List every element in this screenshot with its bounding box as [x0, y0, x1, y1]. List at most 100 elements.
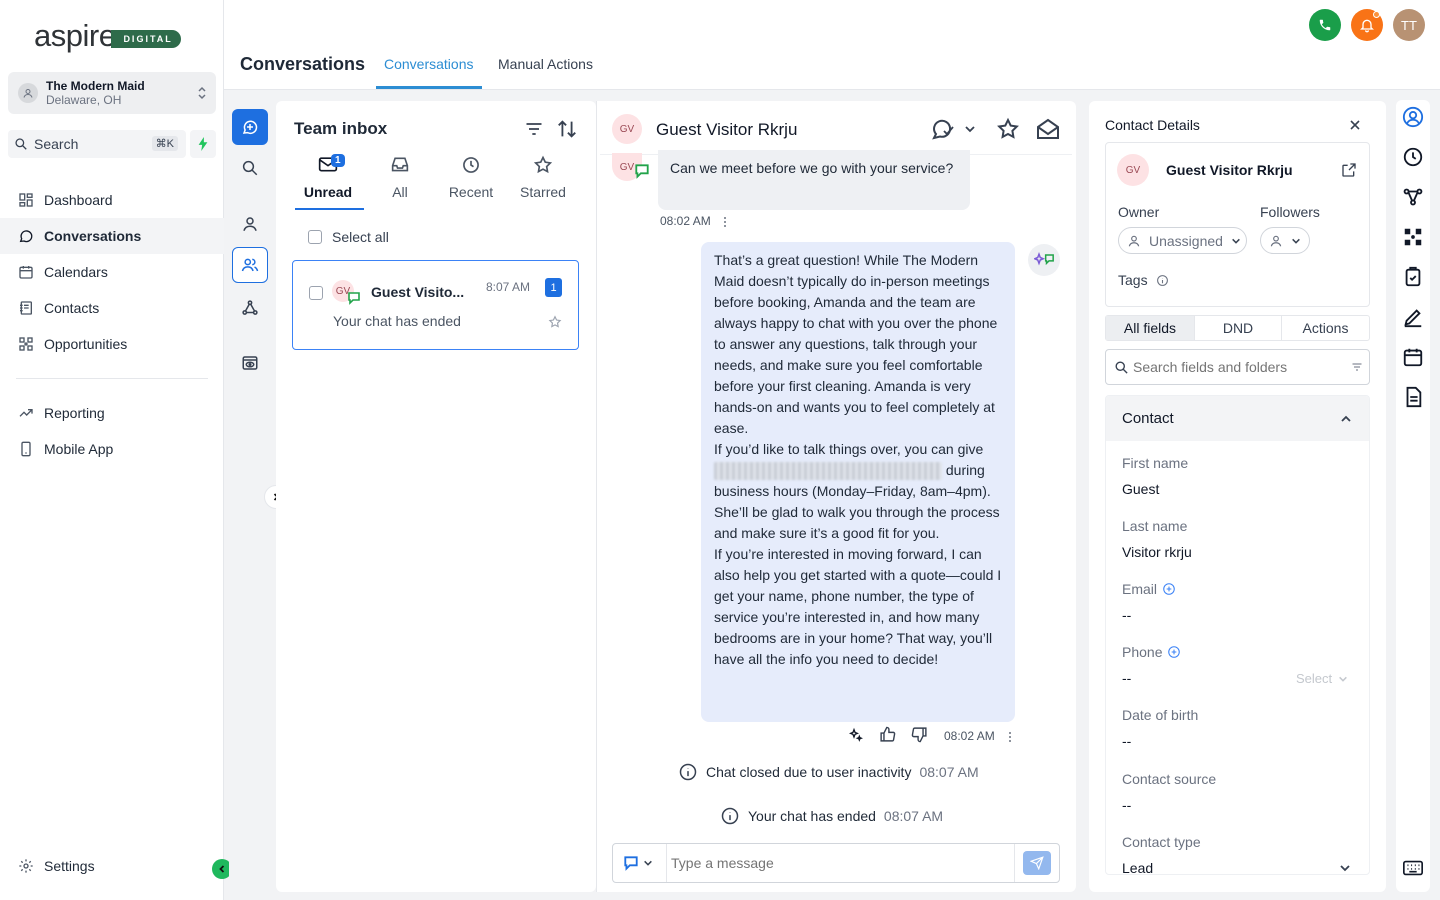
fields-search-input[interactable] — [1133, 359, 1343, 375]
user-icon — [1269, 234, 1283, 248]
tab-conversations[interactable]: Conversations — [384, 56, 474, 72]
nav-mobile-app[interactable]: Mobile App — [0, 431, 224, 467]
thumbs-down-button[interactable] — [911, 726, 928, 743]
rail-documents[interactable] — [1400, 384, 1426, 410]
contact-type-chevron[interactable] — [1339, 862, 1351, 874]
details-tabs: All fields DND Actions — [1105, 315, 1370, 341]
first-name-value[interactable]: Guest — [1122, 481, 1159, 497]
nav-opportunities[interactable]: Opportunities — [0, 326, 224, 362]
tags-row: Tags — [1118, 272, 1169, 288]
rail-keyboard-shortcuts[interactable] — [1400, 855, 1426, 881]
filter-button[interactable] — [523, 119, 545, 139]
rail-new-message[interactable] — [232, 109, 268, 145]
details-tab-dnd[interactable]: DND — [1194, 316, 1282, 340]
chat-contact-avatar: GV — [612, 114, 642, 144]
select-all-checkbox[interactable] — [308, 230, 322, 244]
filter-lines-icon[interactable] — [1351, 361, 1363, 373]
aspire-logo[interactable]: aspire DIGITAL — [34, 18, 181, 54]
contact-source-value[interactable]: -- — [1122, 797, 1131, 813]
bolt-icon — [197, 137, 209, 151]
inbox-tab-starred[interactable]: Starred — [508, 155, 578, 200]
chevron-down-icon — [643, 858, 653, 868]
quick-action-button[interactable] — [190, 130, 216, 158]
rail-notes[interactable] — [1400, 304, 1426, 330]
rail-team-inbox[interactable] — [232, 247, 268, 283]
phone-type-select[interactable]: Select — [1296, 671, 1348, 686]
add-phone-icon[interactable] — [1167, 645, 1181, 659]
inbox-tab-recent[interactable]: Recent — [436, 155, 506, 200]
email-value[interactable]: -- — [1122, 607, 1131, 623]
item-checkbox[interactable] — [309, 286, 323, 300]
rail-my-inbox[interactable] — [232, 206, 268, 242]
rail-views[interactable] — [232, 345, 268, 381]
composer-channel-select[interactable] — [623, 855, 653, 871]
outgoing-more-button[interactable] — [1007, 731, 1013, 743]
eye-box-icon — [241, 354, 259, 372]
sort-button[interactable] — [556, 118, 578, 140]
contact-type-value[interactable]: Lead — [1122, 860, 1153, 876]
phone-call-button[interactable] — [1309, 9, 1341, 41]
tab-manual-actions[interactable]: Manual Actions — [498, 56, 593, 72]
send-button[interactable] — [1023, 851, 1051, 875]
phone-value[interactable]: -- — [1122, 670, 1131, 686]
sidebar-search[interactable]: Search ⌘K — [8, 130, 186, 158]
mark-read-button[interactable] — [1035, 117, 1061, 141]
details-name: Guest Visitor Rkrju — [1166, 162, 1293, 178]
chevron-down-icon — [1231, 236, 1241, 246]
select-all-label: Select all — [332, 229, 389, 245]
phone-label-row: Phone — [1122, 644, 1181, 660]
details-tab-actions[interactable]: Actions — [1282, 316, 1369, 340]
channel-selector[interactable] — [930, 117, 976, 141]
nav-dashboard-label: Dashboard — [44, 192, 113, 208]
incoming-more-button[interactable] — [722, 216, 728, 228]
dob-value[interactable]: -- — [1122, 733, 1131, 749]
redacted-phone — [714, 462, 942, 481]
owner-select[interactable]: Unassigned — [1118, 227, 1247, 254]
conversation-list-item[interactable]: GV Guest Visito... 8:07 AM 1 Your chat h… — [292, 260, 579, 350]
inbox-tray-icon — [365, 155, 435, 177]
info-icon[interactable] — [1156, 274, 1169, 287]
details-tab-all-fields[interactable]: All fields — [1106, 316, 1194, 340]
composer-divider — [1014, 844, 1015, 882]
contact-section-header[interactable]: Contact — [1106, 396, 1369, 441]
thumbs-up-button[interactable] — [879, 726, 896, 743]
nav-reporting-label: Reporting — [44, 405, 105, 421]
message-input[interactable] — [671, 849, 1001, 877]
close-details-button[interactable] — [1349, 119, 1361, 131]
notifications-button[interactable] — [1351, 9, 1383, 41]
account-switcher[interactable]: The Modern Maid Delaware, OH — [8, 72, 216, 114]
account-name: The Modern Maid — [46, 79, 145, 93]
add-email-icon[interactable] — [1162, 582, 1176, 596]
right-rail — [1396, 100, 1430, 892]
rail-search[interactable] — [232, 150, 268, 186]
rail-appointments[interactable] — [1400, 344, 1426, 370]
rail-opportunities[interactable] — [1400, 224, 1426, 250]
user-icon — [1127, 234, 1141, 248]
item-star-button[interactable] — [548, 315, 562, 329]
nav-calendars[interactable]: Calendars — [0, 254, 224, 290]
nav-contacts[interactable]: Contacts — [0, 290, 224, 326]
logo-word: aspire — [34, 18, 116, 53]
nav-dashboard[interactable]: Dashboard — [0, 182, 224, 218]
star-conversation-button[interactable] — [996, 117, 1020, 141]
history-icon — [1402, 146, 1424, 168]
chat-bubble-icon — [18, 228, 34, 244]
search-icon — [1114, 360, 1129, 375]
rail-workflows[interactable] — [232, 290, 268, 326]
rail-activity[interactable] — [1400, 144, 1426, 170]
inbox-tab-all[interactable]: All — [365, 155, 435, 200]
open-contact-button[interactable] — [1341, 162, 1357, 178]
select-all[interactable]: Select all — [308, 229, 389, 245]
nav-settings[interactable]: Settings — [18, 858, 95, 874]
user-avatar[interactable]: TT — [1393, 9, 1425, 41]
rail-tasks[interactable] — [1400, 264, 1426, 290]
nav-conversations[interactable]: Conversations — [0, 218, 224, 254]
followers-select[interactable] — [1260, 227, 1310, 254]
nav-reporting[interactable]: Reporting — [0, 395, 224, 431]
last-name-value[interactable]: Visitor rkrju — [1122, 544, 1192, 560]
inbox-tab-unread[interactable]: 1 Unread — [293, 154, 363, 200]
fields-search[interactable] — [1105, 349, 1370, 385]
rail-contact-details[interactable] — [1400, 104, 1426, 130]
chat-widget-icon — [623, 855, 639, 871]
rail-pipelines[interactable] — [1400, 184, 1426, 210]
